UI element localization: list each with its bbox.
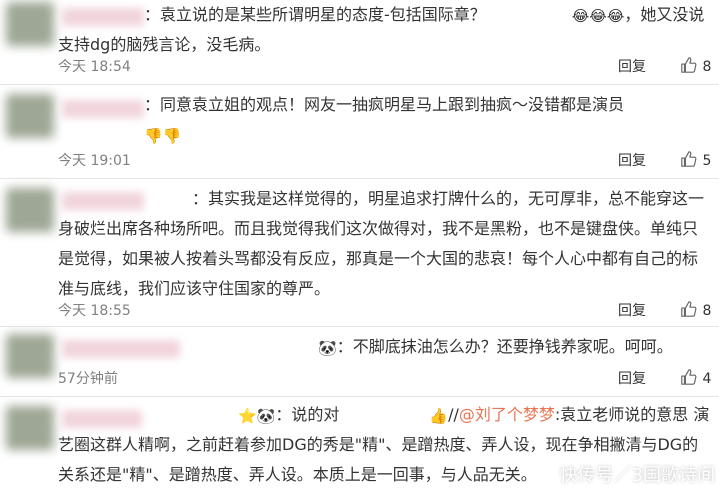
thumbs-up-icon	[681, 151, 697, 167]
divider	[0, 326, 719, 327]
comment-3: ：其实我是这样觉得的，明星追求打牌什么的，无可厚非，总不能穿这一身破烂出席各种场…	[0, 182, 719, 322]
avatar[interactable]	[6, 94, 54, 138]
thumbs-up-emoji-icon: 👍	[429, 407, 449, 425]
comment-body: ：不脚底抹油怎么办？还要挣钱养家呢。呵呵。	[336, 337, 673, 356]
comment-meta: 57分钟前 回复 4	[58, 366, 711, 392]
like-button[interactable]: 5	[680, 148, 711, 174]
thumbs-up-icon	[681, 57, 697, 73]
comment-2: ：同意袁立姐的观点！网友一抽疯明星马上跟到抽疯～没错都是演员 👎👎 今天 19:0…	[0, 88, 719, 176]
comment-body: ：同意袁立姐的观点！网友一抽疯明星马上跟到抽疯～没错都是演员	[144, 95, 625, 114]
watermark: 快传号／3国歌诗间	[559, 465, 715, 486]
comment-text: ：袁立说的是某些所谓明星的态度-包括国际章？ 😂😂😂，她又没说支持dg的脑残言论，…	[58, 0, 710, 60]
divider	[0, 84, 719, 85]
comment-body-a: ：说的对	[275, 405, 340, 424]
panda-emoji-icon: 🐼	[318, 339, 337, 357]
reply-button[interactable]: 回复	[618, 366, 646, 392]
timestamp: 今天 19:01	[58, 153, 131, 169]
comment-body: ：其实我是这样觉得的，明星追求打牌什么的，无可厚非，总不能穿这一身破烂出席各种场…	[58, 189, 705, 298]
comment-4: 🐼：不脚底抹油怎么办？还要挣钱养家呢。呵呵。 57分钟前 回复 4	[0, 330, 719, 394]
comment-text: 🐼：不脚底抹油怎么办？还要挣钱养家呢。呵呵。	[58, 332, 710, 362]
thumbs-up-icon	[681, 369, 697, 385]
avatar[interactable]	[6, 334, 54, 378]
comment-meta: 今天 18:55 回复 8	[58, 298, 711, 324]
timestamp: 今天 18:55	[58, 303, 131, 319]
avatar[interactable]	[6, 406, 54, 450]
thumbs-down-emoji-icon: 👎👎	[144, 127, 182, 145]
timestamp: 今天 18:54	[58, 59, 131, 75]
avatar[interactable]	[6, 2, 54, 46]
divider	[0, 178, 719, 179]
laugh-cry-emoji-icon: 😂😂😂	[571, 7, 625, 25]
avatar[interactable]	[6, 188, 54, 232]
like-count: 5	[702, 153, 712, 169]
comment-body: ：袁立说的是某些所谓明星的态度-包括国际章？	[144, 5, 486, 24]
star-panda-emoji-icon: ⭐🐼	[238, 407, 276, 425]
like-count: 8	[702, 303, 712, 319]
comment-meta: 今天 19:01 回复 5	[58, 148, 711, 174]
repost-slashes: //	[448, 405, 459, 424]
comment-text: ：其实我是这样觉得的，明星追求打牌什么的，无可厚非，总不能穿这一身破烂出席各种场…	[58, 184, 710, 304]
reply-button[interactable]: 回复	[618, 298, 646, 324]
divider	[0, 396, 719, 397]
thumbs-up-icon	[681, 301, 697, 317]
comment-text: ：同意袁立姐的观点！网友一抽疯明星马上跟到抽疯～没错都是演员 👎👎	[58, 90, 710, 150]
reply-button[interactable]: 回复	[618, 54, 646, 80]
like-button[interactable]: 4	[680, 366, 711, 392]
like-button[interactable]: 8	[680, 298, 711, 324]
like-count: 4	[702, 371, 712, 387]
like-button[interactable]: 8	[680, 54, 711, 80]
like-count: 8	[702, 59, 712, 75]
mention-link[interactable]: @刘了个梦梦	[459, 405, 555, 424]
comment-meta: 今天 18:54 回复 8	[58, 54, 711, 80]
reply-button[interactable]: 回复	[618, 148, 646, 174]
timestamp: 57分钟前	[58, 371, 118, 387]
comment-1: ：袁立说的是某些所谓明星的态度-包括国际章？ 😂😂😂，她又没说支持dg的脑残言论，…	[0, 0, 719, 84]
